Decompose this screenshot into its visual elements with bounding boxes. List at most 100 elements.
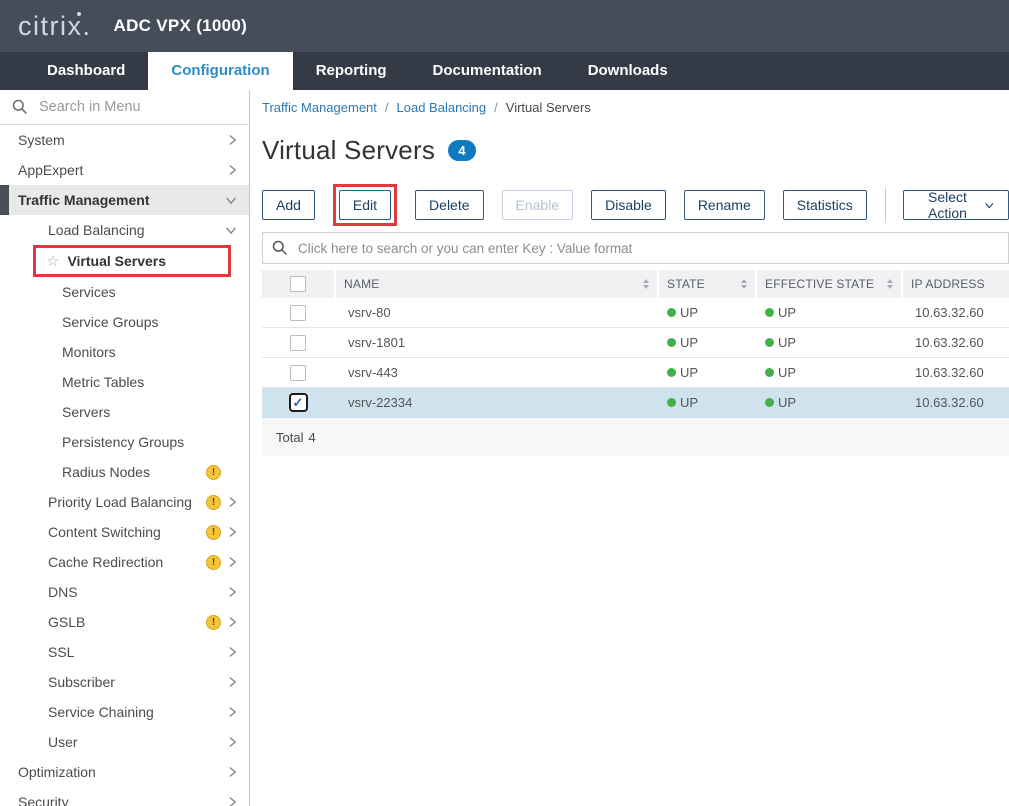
app-header: citrix. ADC VPX (1000) [0,0,1009,52]
sidebar-item-security[interactable]: Security [0,787,249,806]
sidebar-item-ssl[interactable]: SSL [0,637,249,667]
row-checkbox[interactable] [290,335,306,351]
sidebar-menu: System AppExpert Traffic Management Load… [0,125,249,806]
table-row-selected[interactable]: ✓ vsrv-22334 UP UP 10.63.32.60 [262,388,1009,418]
nav-tab-configuration[interactable]: Configuration [148,52,292,90]
nav-tab-dashboard[interactable]: Dashboard [24,52,148,90]
menu-search-input[interactable] [37,98,222,116]
row-ip: 10.63.32.60 [903,335,1009,350]
statistics-button[interactable]: Statistics [783,190,867,220]
sort-icon[interactable] [887,279,893,289]
breadcrumb: Traffic Management / Load Balancing / Vi… [262,100,1009,115]
chevron-right-icon [228,676,237,688]
sidebar-search[interactable] [0,90,249,125]
table-search[interactable] [262,232,1009,264]
warning-icon: ! [206,495,221,510]
check-icon: ✓ [293,396,304,409]
citrix-logo: citrix. [18,13,92,40]
table-search-input[interactable] [296,240,1008,257]
enable-button: Enable [502,190,574,220]
table-row[interactable]: vsrv-1801 UP UP 10.63.32.60 [262,328,1009,358]
sort-icon[interactable] [643,279,649,289]
chevron-right-icon [228,164,237,176]
chevron-right-icon [228,616,237,628]
sidebar-item-label: Priority Load Balancing [48,494,192,510]
sidebar-item-service-chaining[interactable]: Service Chaining [0,697,249,727]
chevron-right-icon [228,706,237,718]
disable-button[interactable]: Disable [591,190,666,220]
column-header-state[interactable]: STATE [667,277,705,291]
chevron-down-icon [985,201,994,210]
effective-state-value: UP [778,395,796,410]
sidebar-item-virtual-servers[interactable]: ☆ Virtual Servers [0,245,249,277]
sidebar-item-system[interactable]: System [0,125,249,155]
sidebar-item-label: Content Switching [48,524,161,540]
sidebar-item-label: System [18,132,65,148]
star-icon[interactable]: ☆ [46,254,59,269]
annotation-box-virtual-servers: ☆ Virtual Servers [33,245,231,277]
select-action-button[interactable]: Select Action [903,190,1009,220]
main-nav: Dashboard Configuration Reporting Docume… [0,52,1009,90]
nav-tab-downloads[interactable]: Downloads [565,52,691,90]
edit-button[interactable]: Edit [339,190,391,220]
sidebar-item-services[interactable]: Services [0,277,249,307]
column-header-ip-address[interactable]: IP ADDRESS [911,277,985,291]
sidebar-item-user[interactable]: User [0,727,249,757]
sidebar-item-persistency-groups[interactable]: Persistency Groups [0,427,249,457]
sidebar-item-optimization[interactable]: Optimization [0,757,249,787]
sidebar-item-content-switching[interactable]: Content Switching ! [0,517,249,547]
sidebar-item-label: Load Balancing [48,222,145,238]
breadcrumb-separator: / [385,100,389,115]
sidebar-item-label: AppExpert [18,162,83,178]
nav-tab-documentation[interactable]: Documentation [410,52,565,90]
sidebar-item-label: Metric Tables [62,374,144,390]
row-checkbox[interactable] [290,365,306,381]
chevron-right-icon [228,134,237,146]
product-name: ADC VPX (1000) [114,16,248,36]
sidebar-item-monitors[interactable]: Monitors [0,337,249,367]
add-button[interactable]: Add [262,190,315,220]
table-footer: Total 4 [262,418,1009,456]
column-header-name[interactable]: NAME [344,277,379,291]
sidebar-item-label: Persistency Groups [62,434,184,450]
sort-icon[interactable] [741,279,747,289]
delete-button[interactable]: Delete [415,190,483,220]
sidebar-item-priority-load-balancing[interactable]: Priority Load Balancing ! [0,487,249,517]
page-title: Virtual Servers 4 [262,135,1009,166]
sidebar-item-subscriber[interactable]: Subscriber [0,667,249,697]
sidebar-item-appexpert[interactable]: AppExpert [0,155,249,185]
status-up-dot [667,338,676,347]
nav-tab-reporting[interactable]: Reporting [293,52,410,90]
table-row[interactable]: vsrv-80 UP UP 10.63.32.60 [262,298,1009,328]
row-name: vsrv-1801 [336,335,657,350]
sidebar-item-gslb[interactable]: GSLB ! [0,607,249,637]
status-up-dot [765,368,774,377]
row-name: vsrv-22334 [336,395,657,410]
sidebar-item-dns[interactable]: DNS [0,577,249,607]
select-all-checkbox[interactable] [290,276,306,292]
sidebar-item-traffic-management[interactable]: Traffic Management [0,185,249,215]
content-area: Traffic Management / Load Balancing / Vi… [250,90,1009,806]
state-value: UP [680,395,698,410]
row-checkbox[interactable] [290,305,306,321]
row-checkbox-checked[interactable]: ✓ [289,393,308,412]
chevron-right-icon [228,556,237,568]
chevron-right-icon [228,736,237,748]
sidebar-item-cache-redirection[interactable]: Cache Redirection ! [0,547,249,577]
column-header-effective-state[interactable]: EFFECTIVE STATE [765,277,874,291]
sidebar-item-label: Services [62,284,116,300]
sidebar-item-metric-tables[interactable]: Metric Tables [0,367,249,397]
sidebar-item-servers[interactable]: Servers [0,397,249,427]
table-row[interactable]: vsrv-443 UP UP 10.63.32.60 [262,358,1009,388]
sidebar-item-service-groups[interactable]: Service Groups [0,307,249,337]
warning-icon: ! [206,615,221,630]
sidebar-item-label: Cache Redirection [48,554,163,570]
rename-button[interactable]: Rename [684,190,765,220]
sidebar-item-radius-nodes[interactable]: Radius Nodes ! [0,457,249,487]
sidebar-item-load-balancing[interactable]: Load Balancing [0,215,249,245]
row-name: vsrv-443 [336,365,657,380]
breadcrumb-link-load-balancing[interactable]: Load Balancing [397,100,487,115]
breadcrumb-link-traffic-management[interactable]: Traffic Management [262,100,377,115]
annotation-box-edit: Edit [333,184,397,226]
effective-state-value: UP [778,305,796,320]
